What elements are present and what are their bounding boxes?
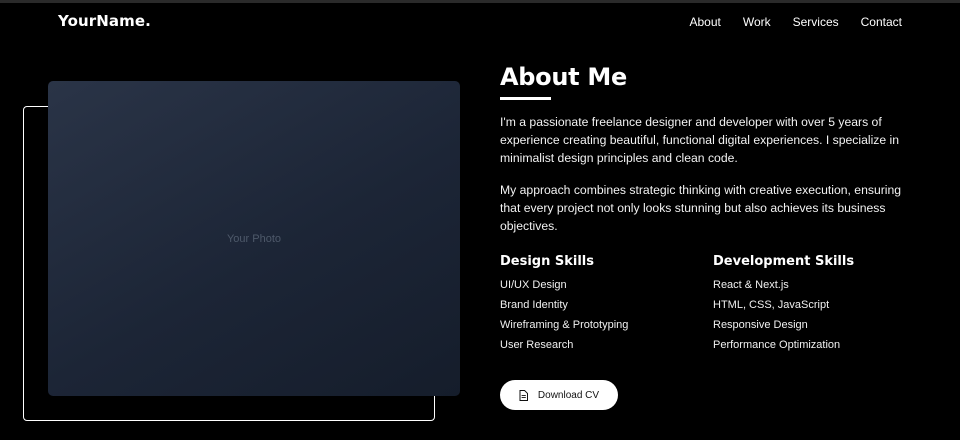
development-skills: Development Skills React & Next.js HTML,… bbox=[713, 254, 913, 358]
design-skills-title: Design Skills bbox=[500, 254, 595, 269]
development-skill-item: Responsive Design bbox=[713, 319, 808, 331]
nav-link-contact[interactable]: Contact bbox=[861, 15, 902, 29]
development-skills-title: Development Skills bbox=[713, 254, 855, 269]
site-logo[interactable]: YourName. bbox=[58, 12, 151, 30]
nav-link-services[interactable]: Services bbox=[793, 15, 839, 29]
main-nav: About Work Services Contact bbox=[689, 15, 902, 29]
about-title: About Me bbox=[500, 63, 627, 91]
download-cv-button[interactable]: Download CV bbox=[500, 380, 618, 410]
design-skill-item: UI/UX Design bbox=[500, 279, 567, 291]
development-skill-item: Performance Optimization bbox=[713, 339, 841, 351]
top-border bbox=[0, 0, 960, 3]
photo-placeholder: Your Photo bbox=[48, 81, 460, 396]
photo-placeholder-label: Your Photo bbox=[226, 232, 282, 245]
download-cv-label: Download CV bbox=[537, 389, 600, 401]
title-underline bbox=[500, 97, 551, 100]
design-skills: Design Skills UI/UX Design Brand Identit… bbox=[500, 254, 700, 358]
development-skill-item: React & Next.js bbox=[713, 279, 789, 291]
about-paragraph-2: My approach combines strategic thinking … bbox=[500, 183, 902, 233]
design-skill-item: User Research bbox=[500, 339, 574, 351]
development-skill-item: HTML, CSS, JavaScript bbox=[713, 299, 830, 311]
nav-link-about[interactable]: About bbox=[689, 15, 720, 29]
nav-link-work[interactable]: Work bbox=[743, 15, 771, 29]
about-paragraph-1: I'm a passionate freelance designer and … bbox=[500, 115, 900, 165]
document-icon bbox=[519, 389, 528, 401]
design-skill-item: Wireframing & Prototyping bbox=[500, 319, 629, 331]
design-skill-item: Brand Identity bbox=[500, 299, 568, 311]
